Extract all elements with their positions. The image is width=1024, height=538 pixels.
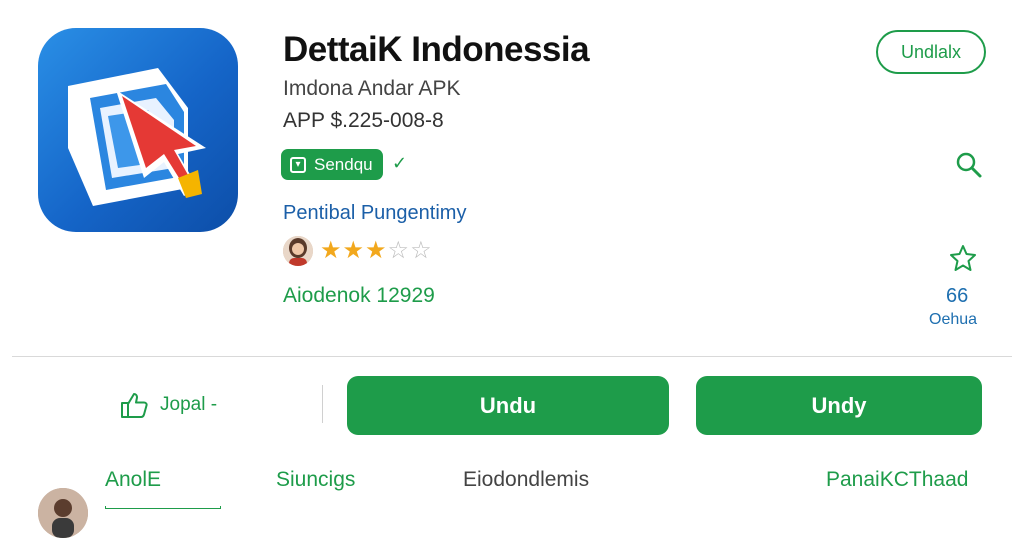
tab-1[interactable]: AnolE xyxy=(105,468,161,492)
tab-3[interactable]: Eiodondlemis xyxy=(463,468,589,492)
downloads-text: Aiodenok 12929 xyxy=(283,284,435,307)
star-filled-icon: ★ xyxy=(365,237,388,264)
shield-icon: ▾ xyxy=(290,156,306,173)
star-empty-icon: ☆ xyxy=(410,237,433,264)
divider xyxy=(12,356,1012,357)
app-meta: APP $.225-008-8 xyxy=(283,109,444,132)
category-badge[interactable]: ▾ Sendqu xyxy=(281,149,383,180)
like-label: Jopal - xyxy=(160,394,218,415)
avatar xyxy=(283,236,313,266)
document-cursor-icon xyxy=(68,68,206,206)
thumbs-up-icon xyxy=(121,393,148,418)
avatar xyxy=(38,488,88,538)
tab-2[interactable]: Siuncigs xyxy=(276,468,355,492)
verified-icon: ✓ xyxy=(392,153,408,173)
app-title: DettaiK Indonessia xyxy=(283,30,590,69)
search-icon[interactable] xyxy=(954,150,984,180)
app-subtitle: Imdona Andar APK xyxy=(283,77,461,100)
star-empty-icon: ☆ xyxy=(387,237,411,264)
badge-label: Sendqu xyxy=(314,154,373,174)
star-outline-icon[interactable] xyxy=(948,243,978,273)
star-filled-icon: ★ xyxy=(320,237,343,264)
count-label: Oehua xyxy=(929,311,978,328)
vertical-divider xyxy=(322,385,323,423)
tab-underline xyxy=(105,506,221,509)
rating-stars: ★★★☆☆ xyxy=(320,237,433,265)
app-icon xyxy=(38,28,238,232)
tab-4[interactable]: PanaiKCThaad xyxy=(826,468,968,492)
count-value: 66 xyxy=(946,285,969,307)
star-filled-icon: ★ xyxy=(342,237,366,264)
download-button-primary[interactable]: Undu xyxy=(347,376,669,435)
developer-link[interactable]: Pentibal Pungentimy xyxy=(283,202,466,225)
like-button[interactable]: Jopal - xyxy=(118,389,217,421)
download-button-secondary[interactable]: Undy xyxy=(696,376,982,435)
install-button-outline[interactable]: Undlalx xyxy=(876,30,986,74)
